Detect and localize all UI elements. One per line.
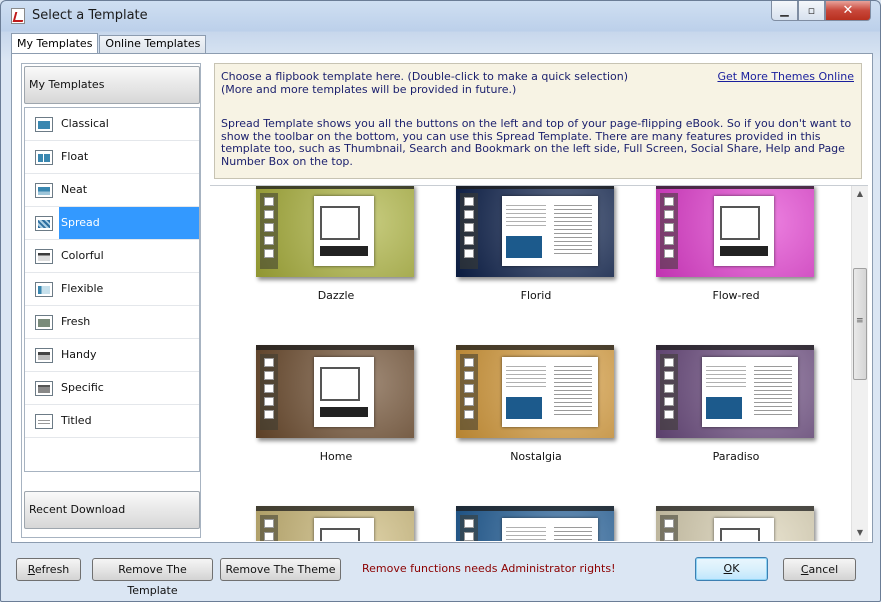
close-button[interactable]: ✕: [825, 1, 871, 21]
ok-accel: O: [723, 562, 733, 575]
select-template-dialog: Select a Template ▁ ▫ ✕ My Templates Onl…: [0, 0, 881, 602]
tab-bar: My Templates Online Templates: [11, 33, 207, 54]
template-thumbnail: [256, 506, 414, 541]
dialog-button-bar: Refresh Remove The Template Remove The T…: [1, 546, 880, 597]
ok-button[interactable]: OK: [695, 557, 768, 581]
template-icon: [35, 348, 53, 363]
scroll-down-icon[interactable]: ▼: [852, 525, 868, 541]
sidebar-item-label: Handy: [61, 348, 97, 361]
template-tile[interactable]: Florid: [456, 186, 616, 302]
sidebar-item-label: Colorful: [61, 249, 104, 262]
info-line-2: (More and more templates will be provide…: [221, 82, 517, 96]
remove-theme-button[interactable]: Remove The Theme: [220, 558, 341, 581]
template-icon: [35, 183, 53, 198]
minimize-button[interactable]: ▁: [771, 1, 798, 21]
template-icon: [35, 414, 53, 429]
sidebar-item-classical[interactable]: Classical: [25, 108, 199, 141]
my-templates-group-button[interactable]: My Templates: [24, 66, 200, 104]
sidebar-item-label: Spread: [59, 207, 199, 239]
template-tile[interactable]: Dazzle: [256, 186, 416, 302]
recent-download-group-button[interactable]: Recent Download: [24, 491, 200, 529]
template-description: Spread Template shows you all the button…: [221, 117, 852, 168]
sidebar-item-flexible[interactable]: Flexible: [25, 273, 199, 306]
template-thumbnail: [456, 506, 614, 541]
template-info-box: Choose a flipbook template here. (Double…: [214, 63, 862, 179]
scroll-thumb[interactable]: [853, 268, 867, 380]
template-name: Florid: [520, 289, 552, 302]
template-category-list: Classical Float Neat Spread Colorful Fle…: [24, 107, 200, 472]
template-tile[interactable]: [256, 506, 416, 541]
app-pdf-icon: [11, 8, 25, 24]
admin-rights-warning: Remove functions needs Administrator rig…: [362, 562, 616, 575]
sidebar-item-float[interactable]: Float: [25, 141, 199, 174]
template-tile[interactable]: [656, 506, 816, 541]
scroll-up-icon[interactable]: ▲: [852, 186, 868, 202]
template-tile[interactable]: Nostalgia: [456, 345, 616, 463]
tab-panel: My Templates Classical Float Neat Spread…: [11, 53, 873, 543]
template-thumbnail: [456, 345, 614, 438]
maximize-button[interactable]: ▫: [798, 1, 825, 21]
cancel-accel: C: [800, 563, 809, 576]
template-thumbnail: [656, 345, 814, 438]
sidebar-item-specific[interactable]: Specific: [25, 372, 199, 405]
template-thumbnail: [656, 186, 814, 277]
sidebar-item-neat[interactable]: Neat: [25, 174, 199, 207]
sidebar-item-label: Specific: [61, 381, 104, 394]
sidebar-item-fresh[interactable]: Fresh: [25, 306, 199, 339]
template-thumbnail: [456, 186, 614, 277]
template-icon: [35, 216, 53, 231]
get-more-themes-link[interactable]: Get More Themes Online: [717, 70, 854, 84]
sidebar-item-label: Classical: [61, 117, 109, 130]
sidebar-item-label: Flexible: [61, 282, 104, 295]
template-name: Nostalgia: [510, 450, 562, 463]
cancel-label: ancel: [808, 563, 839, 576]
sidebar-item-label: Float: [61, 150, 89, 163]
template-thumbnail: [256, 345, 414, 438]
template-icon: [35, 315, 53, 330]
window-title: Select a Template: [32, 8, 148, 23]
sidebar-item-spread[interactable]: Spread: [25, 207, 199, 240]
sidebar: My Templates Classical Float Neat Spread…: [21, 63, 201, 538]
template-gallery: Dazzle Florid Flow-red Home Nostalgia Paradis…: [210, 185, 868, 541]
template-icon: [35, 150, 53, 165]
sidebar-item-titled[interactable]: Titled: [25, 405, 199, 438]
tab-online-templates[interactable]: Online Templates: [99, 35, 207, 53]
sidebar-item-label: Titled: [61, 414, 92, 427]
template-tile[interactable]: Home: [256, 345, 416, 463]
template-tile[interactable]: Flow-red: [656, 186, 816, 302]
template-name: Flow-red: [712, 289, 760, 302]
template-icon: [35, 249, 53, 264]
close-icon: ✕: [842, 3, 854, 18]
tab-my-templates[interactable]: My Templates: [11, 33, 99, 54]
template-name: Home: [319, 450, 353, 463]
template-name: Paradiso: [712, 450, 760, 463]
template-name: Dazzle: [317, 289, 355, 302]
refresh-label: efresh: [34, 563, 70, 576]
title-bar: Select a Template ▁ ▫ ✕: [1, 1, 880, 31]
template-icon: [35, 381, 53, 396]
refresh-accel: R: [27, 563, 35, 576]
remove-template-button[interactable]: Remove The Template: [92, 558, 213, 597]
template-icon: [35, 282, 53, 297]
sidebar-item-label: Fresh: [61, 315, 91, 328]
template-tile[interactable]: [456, 506, 616, 541]
template-icon: [35, 117, 53, 132]
sidebar-item-label: Neat: [61, 183, 88, 196]
minimize-icon: ▁: [780, 4, 789, 17]
refresh-button[interactable]: Refresh: [16, 558, 81, 581]
maximize-icon: ▫: [807, 4, 816, 17]
template-thumbnail: [656, 506, 814, 541]
sidebar-item-colorful[interactable]: Colorful: [25, 240, 199, 273]
sidebar-item-handy[interactable]: Handy: [25, 339, 199, 372]
template-tile[interactable]: Paradiso: [656, 345, 816, 463]
window-controls: ▁ ▫ ✕: [771, 1, 871, 21]
ok-label: K: [732, 562, 740, 575]
template-thumbnail: [256, 186, 414, 277]
gallery-scrollbar[interactable]: ▲ ▼: [851, 186, 868, 541]
cancel-button[interactable]: Cancel: [783, 558, 856, 581]
